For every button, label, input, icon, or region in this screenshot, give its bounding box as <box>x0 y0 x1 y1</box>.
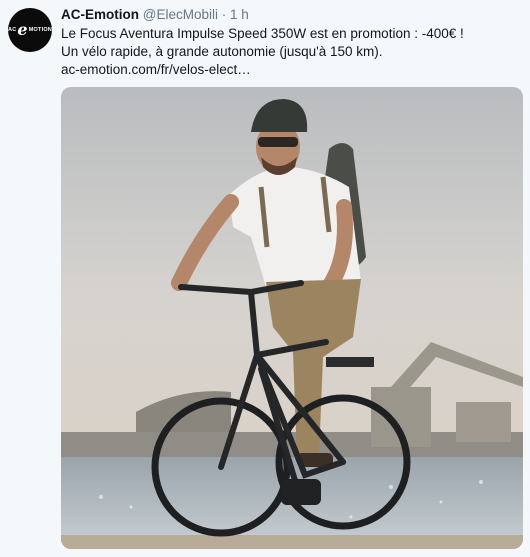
tweet-photo[interactable] <box>61 87 523 549</box>
tweet-line-1: Le Focus Aventura Impulse Speed 350W est… <box>61 26 464 41</box>
photo-man-riding-e-bike-icon <box>61 87 523 549</box>
tweet-header: AC-Emotion @ElecMobili · 1 h <box>61 6 522 24</box>
tweet-text: Le Focus Aventura Impulse Speed 350W est… <box>61 25 522 79</box>
avatar-logo-ac: AC <box>8 27 17 33</box>
avatar-logo-motion: MOTION <box>28 27 52 33</box>
tweet-link[interactable]: ac-emotion.com/fr/velos-elect… <box>61 61 522 79</box>
tweet-time[interactable]: 1 h <box>230 7 249 22</box>
account-handle[interactable]: @ElecMobili <box>143 7 218 22</box>
header-separator: · <box>221 7 227 22</box>
avatar[interactable]: AC e MOTION <box>8 8 52 52</box>
account-name[interactable]: AC-Emotion <box>61 7 139 22</box>
tweet-line-2: Un vélo rapide, à grande autonomie (jusq… <box>61 44 383 59</box>
avatar-logo-e: e <box>17 20 28 39</box>
tweet-content: AC-Emotion @ElecMobili · 1 h Le Focus Av… <box>61 6 522 79</box>
tweet-card[interactable]: AC e MOTION AC-Emotion @ElecMobili · 1 h… <box>0 0 530 557</box>
